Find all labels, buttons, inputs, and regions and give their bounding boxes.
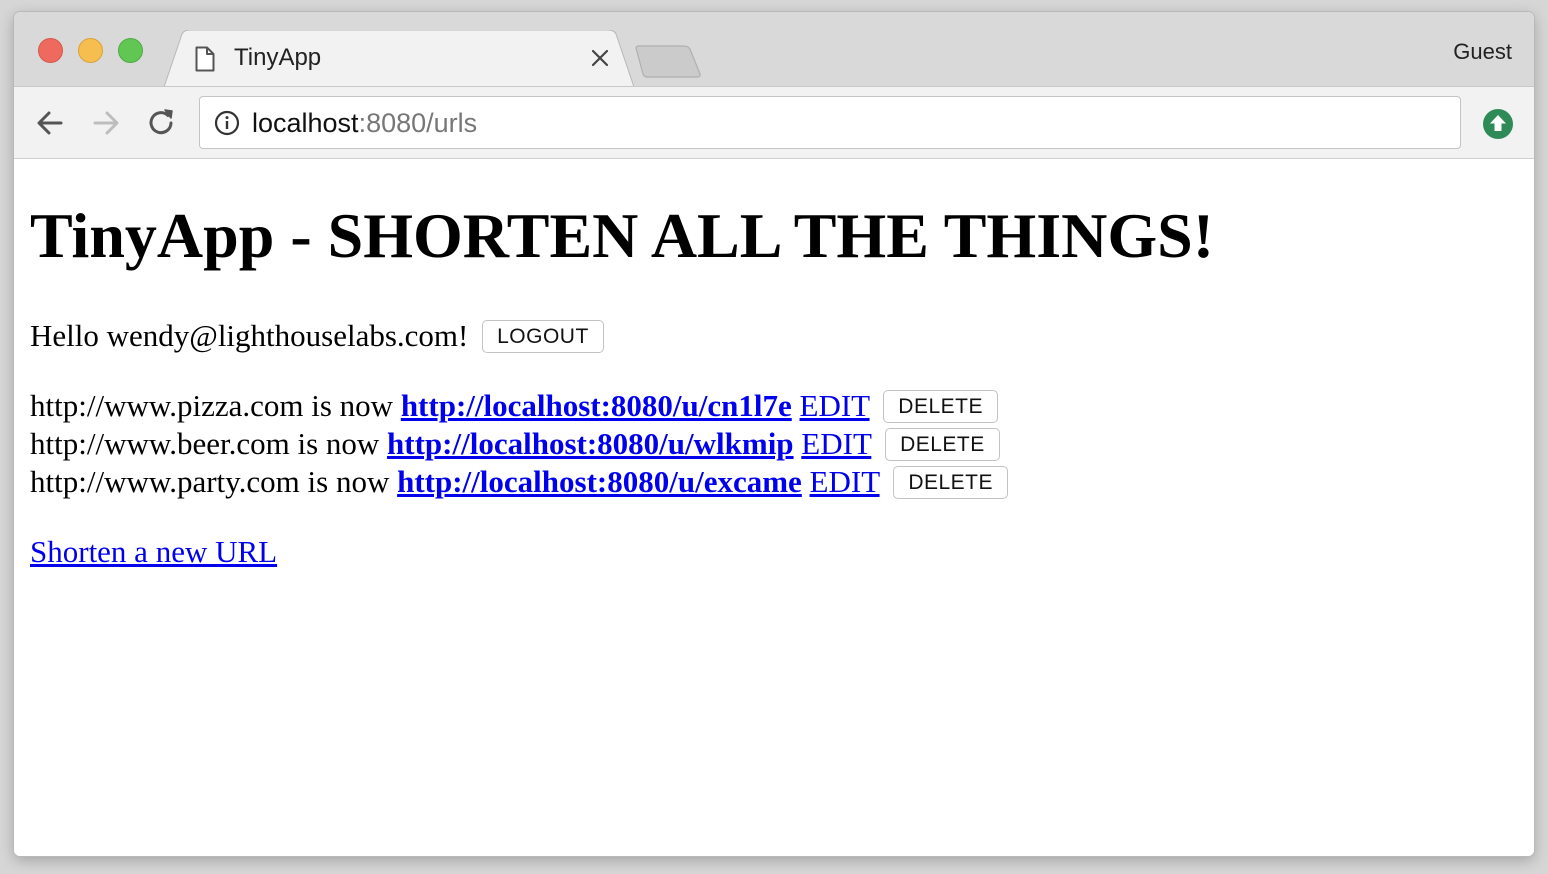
long-url: http://www.beer.com bbox=[30, 426, 290, 461]
close-icon[interactable] bbox=[588, 46, 612, 70]
greeting-text: Hello wendy@lighthouselabs.com! bbox=[30, 318, 469, 353]
long-url: http://www.pizza.com bbox=[30, 388, 304, 423]
arrow-right-icon[interactable] bbox=[88, 105, 124, 141]
url-row: http://www.party.com is now http://local… bbox=[30, 464, 1009, 500]
maximize-window-button[interactable] bbox=[118, 38, 143, 63]
close-window-button[interactable] bbox=[38, 38, 63, 63]
browser-toolbar: localhost:8080/urls bbox=[14, 86, 1534, 159]
tab-title: TinyApp bbox=[234, 44, 322, 71]
title-bar: TinyApp Guest bbox=[14, 12, 1534, 87]
greeting-line: Hello wendy@lighthouselabs.com! LOGOUT bbox=[30, 318, 604, 354]
edit-link[interactable]: EDIT bbox=[801, 426, 871, 461]
url-text: localhost:8080/urls bbox=[252, 108, 477, 138]
short-url-link[interactable]: http://localhost:8080/u/cn1l7e bbox=[401, 388, 792, 423]
delete-button[interactable]: DELETE bbox=[893, 466, 1009, 499]
is-now-text: is now bbox=[297, 426, 380, 461]
minimize-window-button[interactable] bbox=[78, 38, 103, 63]
url-path: :8080/urls bbox=[358, 108, 478, 138]
is-now-text: is now bbox=[307, 464, 390, 499]
address-bar[interactable]: localhost:8080/urls bbox=[199, 96, 1461, 149]
update-arrow-icon[interactable] bbox=[1482, 108, 1514, 140]
new-tab-button[interactable] bbox=[634, 44, 704, 78]
url-host: localhost bbox=[252, 108, 359, 138]
is-now-text: is now bbox=[311, 388, 394, 423]
browser-window: TinyApp Guest localhost:8080/urls TinyAp… bbox=[14, 12, 1534, 856]
long-url: http://www.party.com bbox=[30, 464, 300, 499]
delete-button[interactable]: DELETE bbox=[883, 390, 998, 423]
edit-link[interactable]: EDIT bbox=[800, 388, 870, 423]
url-row: http://www.beer.com is now http://localh… bbox=[30, 426, 1000, 462]
document-icon bbox=[195, 46, 215, 72]
edit-link[interactable]: EDIT bbox=[810, 464, 880, 499]
logout-button[interactable]: LOGOUT bbox=[482, 320, 604, 353]
page-content: TinyApp - SHORTEN ALL THE THINGS! Hello … bbox=[14, 160, 1534, 856]
page-title: TinyApp - SHORTEN ALL THE THINGS! bbox=[30, 200, 1214, 271]
arrow-left-icon[interactable] bbox=[32, 105, 68, 141]
short-url-link[interactable]: http://localhost:8080/u/excame bbox=[397, 464, 802, 499]
shorten-new-url-link[interactable]: Shorten a new URL bbox=[30, 534, 277, 569]
info-icon[interactable] bbox=[214, 110, 240, 136]
new-url-line: Shorten a new URL bbox=[30, 534, 277, 570]
tab-tinyapp[interactable]: TinyApp bbox=[164, 30, 634, 87]
delete-button[interactable]: DELETE bbox=[885, 428, 1000, 461]
short-url-link[interactable]: http://localhost:8080/u/wlkmip bbox=[387, 426, 794, 461]
profile-button[interactable]: Guest bbox=[1453, 39, 1512, 65]
url-row: http://www.pizza.com is now http://local… bbox=[30, 388, 998, 424]
reload-icon[interactable] bbox=[144, 105, 180, 141]
